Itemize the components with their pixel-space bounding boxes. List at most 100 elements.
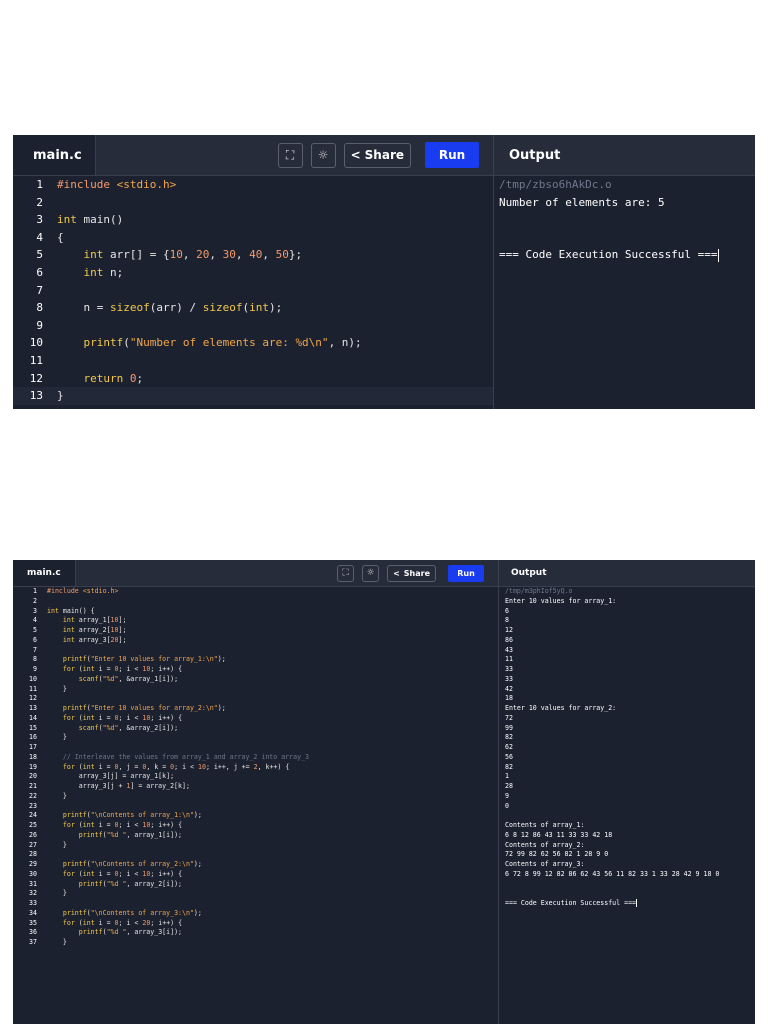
code-token: 10 [110,626,119,634]
code-line[interactable]: 2 [13,597,498,607]
code-token: "%d " [106,928,127,937]
code-line[interactable]: 21 array_3[j + 1] = array_2[k]; [13,782,498,792]
code-token: n; [110,265,124,279]
code-token: "\nContents of array_2:\n" [90,860,194,868]
code-token: , j = [118,762,143,771]
line-number: 22 [29,791,37,800]
code-line[interactable]: 33 [13,899,498,909]
code-line[interactable]: 2 [13,194,493,212]
code-line[interactable]: 36 printf("%d ", array_3[i]); [13,928,498,938]
code-token: , array_3[i]); [126,928,183,937]
code-line[interactable]: 37 } [13,938,498,948]
code-token: printf [62,908,87,917]
output-text: 33 [505,665,513,673]
code-line[interactable]: 35 for (int i = 0; i < 20; i++) { [13,919,498,929]
code-line[interactable]: 26 printf("%d ", array_1[i]); [13,831,498,841]
code-line[interactable]: 9 for (int i = 0; i < 10; i++) { [13,665,498,675]
fullscreen-icon[interactable]: ⛶ [277,142,303,168]
theme-toggle-icon[interactable]: ☼ [310,142,336,168]
code-line[interactable]: 8 printf("Enter 10 values for array_1:\n… [13,655,498,665]
code-line[interactable]: 19 for (int i = 0, j = 0, k = 0; i < 10;… [13,763,498,773]
code-line[interactable]: 17 [13,743,498,753]
run-button[interactable]: Run [425,142,479,168]
code-line[interactable]: 30 for (int i = 0; i < 10; i++) { [13,870,498,880]
run-button[interactable]: Run [448,564,484,582]
code-line[interactable]: 3 int main() [13,211,493,229]
code-line[interactable]: 10 printf("Number of elements are: %d\n"… [13,334,493,352]
code-token: , array_1[i]); [126,830,183,839]
code-line[interactable]: 11 [13,352,493,370]
code-text: } [47,841,67,851]
code-line[interactable]: 7 [13,282,493,300]
code-line[interactable]: 5 int array_2[10]; [13,626,498,636]
code-token: ; i++) { [150,665,183,673]
line-number: 11 [29,684,37,693]
code-line[interactable]: 10 scanf("%d", &array_1[i]); [13,675,498,685]
file-tab-main-c[interactable]: main.c [13,135,96,175]
code-line[interactable]: 1 #include <stdio.h> [13,176,493,194]
code-line[interactable]: 13} [13,387,493,405]
code-token: int [82,665,99,673]
share-button[interactable]: < Share [343,142,411,168]
code-line[interactable]: 9 [13,317,493,335]
output-text: /tmp/zbso6hAkDc.o [499,178,612,191]
code-text: for (int i = 0, j = 0, k = 0; i < 10; i+… [47,763,289,773]
line-number: 26 [29,830,37,839]
code-token: ); [193,908,202,917]
code-line[interactable]: 34 printf("\nContents of array_3:\n"); [13,909,498,919]
code-line[interactable]: 4{ [13,229,493,247]
code-token: ; i < [118,665,143,673]
code-line[interactable]: 12 [13,694,498,704]
line-number: 25 [29,821,37,829]
code-token: ); [193,811,202,820]
code-text: array_3[j] = array_1[k]; [47,772,174,782]
code-token: } [47,889,67,898]
code-line[interactable]: 22 } [13,792,498,802]
code-line[interactable]: 12 return 0; [13,370,493,388]
code-line[interactable]: 18 // Interleave the values from array_1… [13,753,498,763]
code-line[interactable]: 7 [13,646,498,656]
code-line[interactable]: 1 #include <stdio.h> [13,587,498,597]
code-token: "%d" [102,674,119,683]
code-line[interactable]: 24 printf("\nContents of array_1:\n"); [13,811,498,821]
toolbar: main.c ⛶ ☼ < Share Run Output [13,135,755,176]
code-line[interactable]: 5 int arr[] = {10, 20, 30, 40, 50}; [13,246,493,264]
code-line[interactable]: 14 for (int i = 0; i < 10; i++) { [13,714,498,724]
code-editor[interactable]: 1 #include <stdio.h> 2 3 int main() {4 int a… [13,587,498,1024]
code-text: return 0; [57,370,144,388]
code-token: main() [83,213,124,227]
share-button[interactable]: < Share [387,564,436,582]
code-line[interactable]: 28 [13,850,498,860]
code-token: "%d " [106,879,127,888]
code-line[interactable]: 16 } [13,733,498,743]
theme-toggle-icon[interactable]: ☼ [362,564,380,582]
line-number: 35 [29,918,37,927]
code-line[interactable]: 25 for (int i = 0; i < 10; i++) { [13,821,498,831]
code-line[interactable]: 23 [13,802,498,812]
code-token: #include [57,178,117,191]
code-line[interactable]: 6 int n; [13,264,493,282]
code-editor[interactable]: 1 #include <stdio.h> 2 3 int main() 4{5 int a… [13,176,493,409]
line-number: 33 [29,899,37,907]
code-token: "%d " [106,830,127,839]
code-line[interactable]: 27 } [13,841,498,851]
code-line[interactable]: 8 n = sizeof(arr) / sizeof(int); [13,299,493,317]
code-line[interactable]: 31 printf("%d ", array_2[i]); [13,880,498,890]
code-line[interactable]: 29 printf("\nContents of array_2:\n"); [13,860,498,870]
code-text: int array_1[10]; [47,616,127,626]
code-line[interactable]: 32 } [13,889,498,899]
code-line[interactable]: 4 int array_1[10]; [13,616,498,626]
code-line[interactable]: 13 printf("Enter 10 values for array_2:\… [13,704,498,714]
code-token: "Enter 10 values for array_2:\n" [90,704,218,712]
code-token: 50 [275,248,289,262]
file-tab-main-c[interactable]: main.c [13,560,76,586]
code-text: } [47,889,67,899]
code-line[interactable]: 20 array_3[j] = array_1[k]; [13,772,498,782]
code-line[interactable]: 3 int main() { [13,607,498,617]
code-line[interactable]: 11 } [13,685,498,695]
fullscreen-icon[interactable]: ⛶ [337,564,355,582]
code-line[interactable]: 6 int array_3[20]; [13,636,498,646]
code-line[interactable]: 15 scanf("%d", &array_2[i]); [13,724,498,734]
